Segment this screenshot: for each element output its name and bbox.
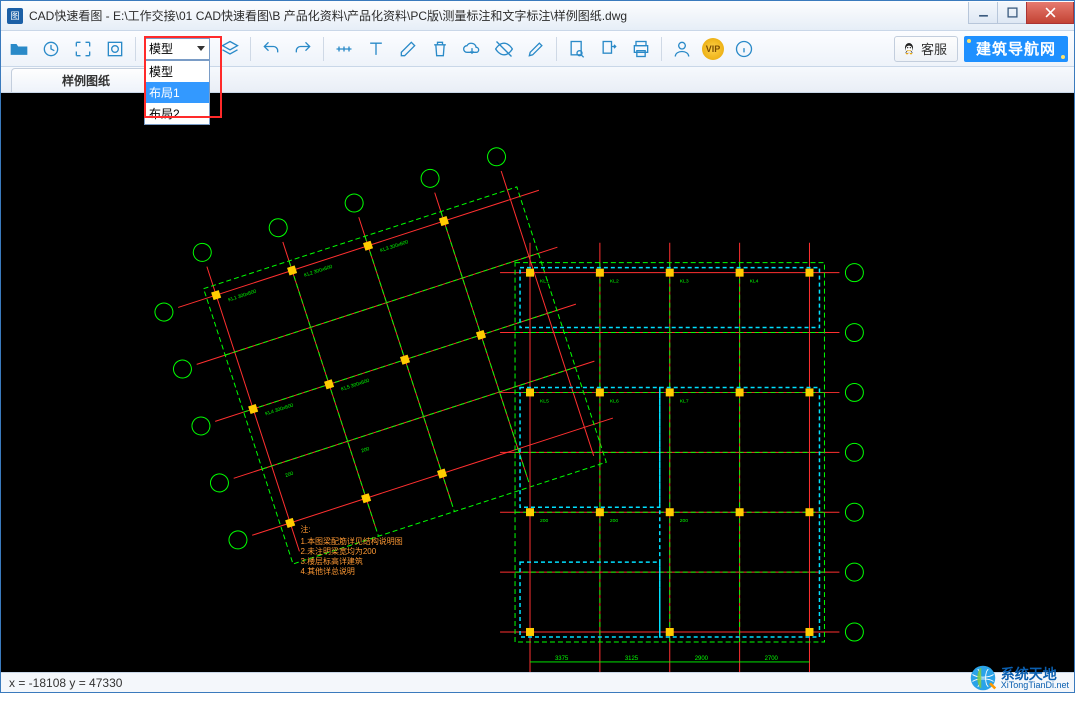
svg-text:KL2 300x600: KL2 300x600 — [303, 264, 333, 279]
vip-badge[interactable]: VIP — [702, 38, 724, 60]
svg-text:KL4: KL4 — [750, 279, 759, 285]
svg-text:KL4 300x600: KL4 300x600 — [264, 402, 294, 417]
export-icon[interactable] — [597, 37, 621, 61]
drawing-canvas[interactable]: KL1 300x600 KL2 300x600 KL3 300x600 KL4 30… — [1, 93, 1074, 672]
svg-text:200: 200 — [540, 518, 549, 524]
customer-service-label: 客服 — [921, 39, 947, 58]
toolbar-separator — [556, 37, 557, 61]
app-icon: 图 — [7, 8, 23, 24]
search-doc-icon[interactable] — [565, 37, 589, 61]
svg-text:KL3: KL3 — [680, 279, 689, 285]
svg-text:KL1: KL1 — [540, 279, 549, 285]
svg-text:KL5: KL5 — [540, 398, 549, 404]
main-toolbar: 模型 模型 布局1 布局2 VIP — [1, 31, 1074, 67]
info-icon[interactable] — [732, 37, 756, 61]
svg-text:3375: 3375 — [555, 656, 569, 662]
minimize-button[interactable] — [968, 2, 998, 24]
redo-icon[interactable] — [291, 37, 315, 61]
svg-text:KL7: KL7 — [680, 398, 689, 404]
layout-dropdown-value: 模型 — [149, 40, 173, 57]
svg-text:KL3 300x600: KL3 300x600 — [379, 239, 409, 254]
app-window: 图 CAD快速看图 - E:\工作交接\01 CAD快速看图\B 产品化资料\产… — [0, 0, 1075, 693]
window-controls — [969, 2, 1074, 24]
svg-text:3.楼层标高详建筑: 3.楼层标高详建筑 — [300, 556, 362, 566]
watermark: 系统天地 XiTongTianDi.net — [969, 664, 1069, 692]
cursor-coordinates: x = -18108 y = 47330 — [9, 676, 122, 690]
open-file-icon[interactable] — [7, 37, 31, 61]
zoom-window-icon[interactable] — [103, 37, 127, 61]
toolbar-separator — [323, 37, 324, 61]
svg-text:2.未注明梁宽均为200: 2.未注明梁宽均为200 — [300, 546, 376, 556]
svg-text:KL1 300x600: KL1 300x600 — [227, 289, 257, 304]
close-button[interactable] — [1026, 2, 1074, 24]
layout-option-model[interactable]: 模型 — [145, 61, 209, 82]
cloud-download-icon[interactable] — [460, 37, 484, 61]
layout-option-layout2[interactable]: 布局2 — [145, 103, 209, 124]
status-bar: x = -18108 y = 47330 — [1, 672, 1074, 692]
svg-text:注:: 注: — [300, 524, 310, 534]
layout-dropdown[interactable]: 模型 — [144, 38, 210, 60]
qq-icon — [901, 41, 917, 57]
toolbar-separator — [135, 37, 136, 61]
title-bar: 图 CAD快速看图 - E:\工作交接\01 CAD快速看图\B 产品化资料\产… — [1, 1, 1074, 31]
toolbar-separator — [661, 37, 662, 61]
print-icon[interactable] — [629, 37, 653, 61]
cad-drawing: KL1 300x600 KL2 300x600 KL3 300x600 KL4 30… — [1, 93, 1074, 672]
svg-text:4.其他详总说明: 4.其他详总说明 — [300, 566, 354, 576]
measure-icon[interactable] — [332, 37, 356, 61]
layout-dropdown-wrap: 模型 模型 布局1 布局2 — [144, 38, 210, 60]
layout-option-layout1[interactable]: 布局1 — [145, 82, 209, 103]
svg-text:3125: 3125 — [625, 656, 639, 662]
user-icon[interactable] — [670, 37, 694, 61]
svg-text:KL2: KL2 — [610, 279, 619, 285]
svg-text:200: 200 — [680, 518, 689, 524]
svg-text:200: 200 — [285, 471, 295, 479]
layout-dropdown-list: 模型 布局1 布局2 — [144, 60, 210, 125]
svg-text:200: 200 — [610, 518, 619, 524]
svg-text:1.本图梁配筋详见结构说明图: 1.本图梁配筋详见结构说明图 — [300, 536, 402, 546]
chevron-down-icon — [197, 46, 205, 51]
navsite-button[interactable]: 建筑导航网 — [964, 36, 1068, 62]
edit-icon[interactable] — [524, 37, 548, 61]
text-icon[interactable] — [364, 37, 388, 61]
history-icon[interactable] — [39, 37, 63, 61]
undo-icon[interactable] — [259, 37, 283, 61]
maximize-button[interactable] — [997, 2, 1027, 24]
delete-icon[interactable] — [428, 37, 452, 61]
globe-icon — [969, 664, 997, 692]
drawing-tab-active[interactable]: 样例图纸 — [11, 68, 161, 92]
svg-text:200: 200 — [360, 446, 370, 454]
customer-service-button[interactable]: 客服 — [894, 36, 958, 62]
window-title: CAD快速看图 - E:\工作交接\01 CAD快速看图\B 产品化资料\产品化… — [29, 7, 627, 24]
hide-icon[interactable] — [492, 37, 516, 61]
watermark-text-en: XiTongTianDi.net — [1001, 681, 1069, 690]
svg-text:2900: 2900 — [695, 656, 709, 662]
watermark-text-cn: 系统天地 — [1001, 667, 1069, 681]
svg-text:2700: 2700 — [765, 656, 779, 662]
layers-icon[interactable] — [218, 37, 242, 61]
toolbar-separator — [250, 37, 251, 61]
svg-text:KL5 300x600: KL5 300x600 — [340, 378, 370, 393]
fullscreen-icon[interactable] — [71, 37, 95, 61]
svg-text:KL6: KL6 — [610, 398, 619, 404]
eraser-icon[interactable] — [396, 37, 420, 61]
